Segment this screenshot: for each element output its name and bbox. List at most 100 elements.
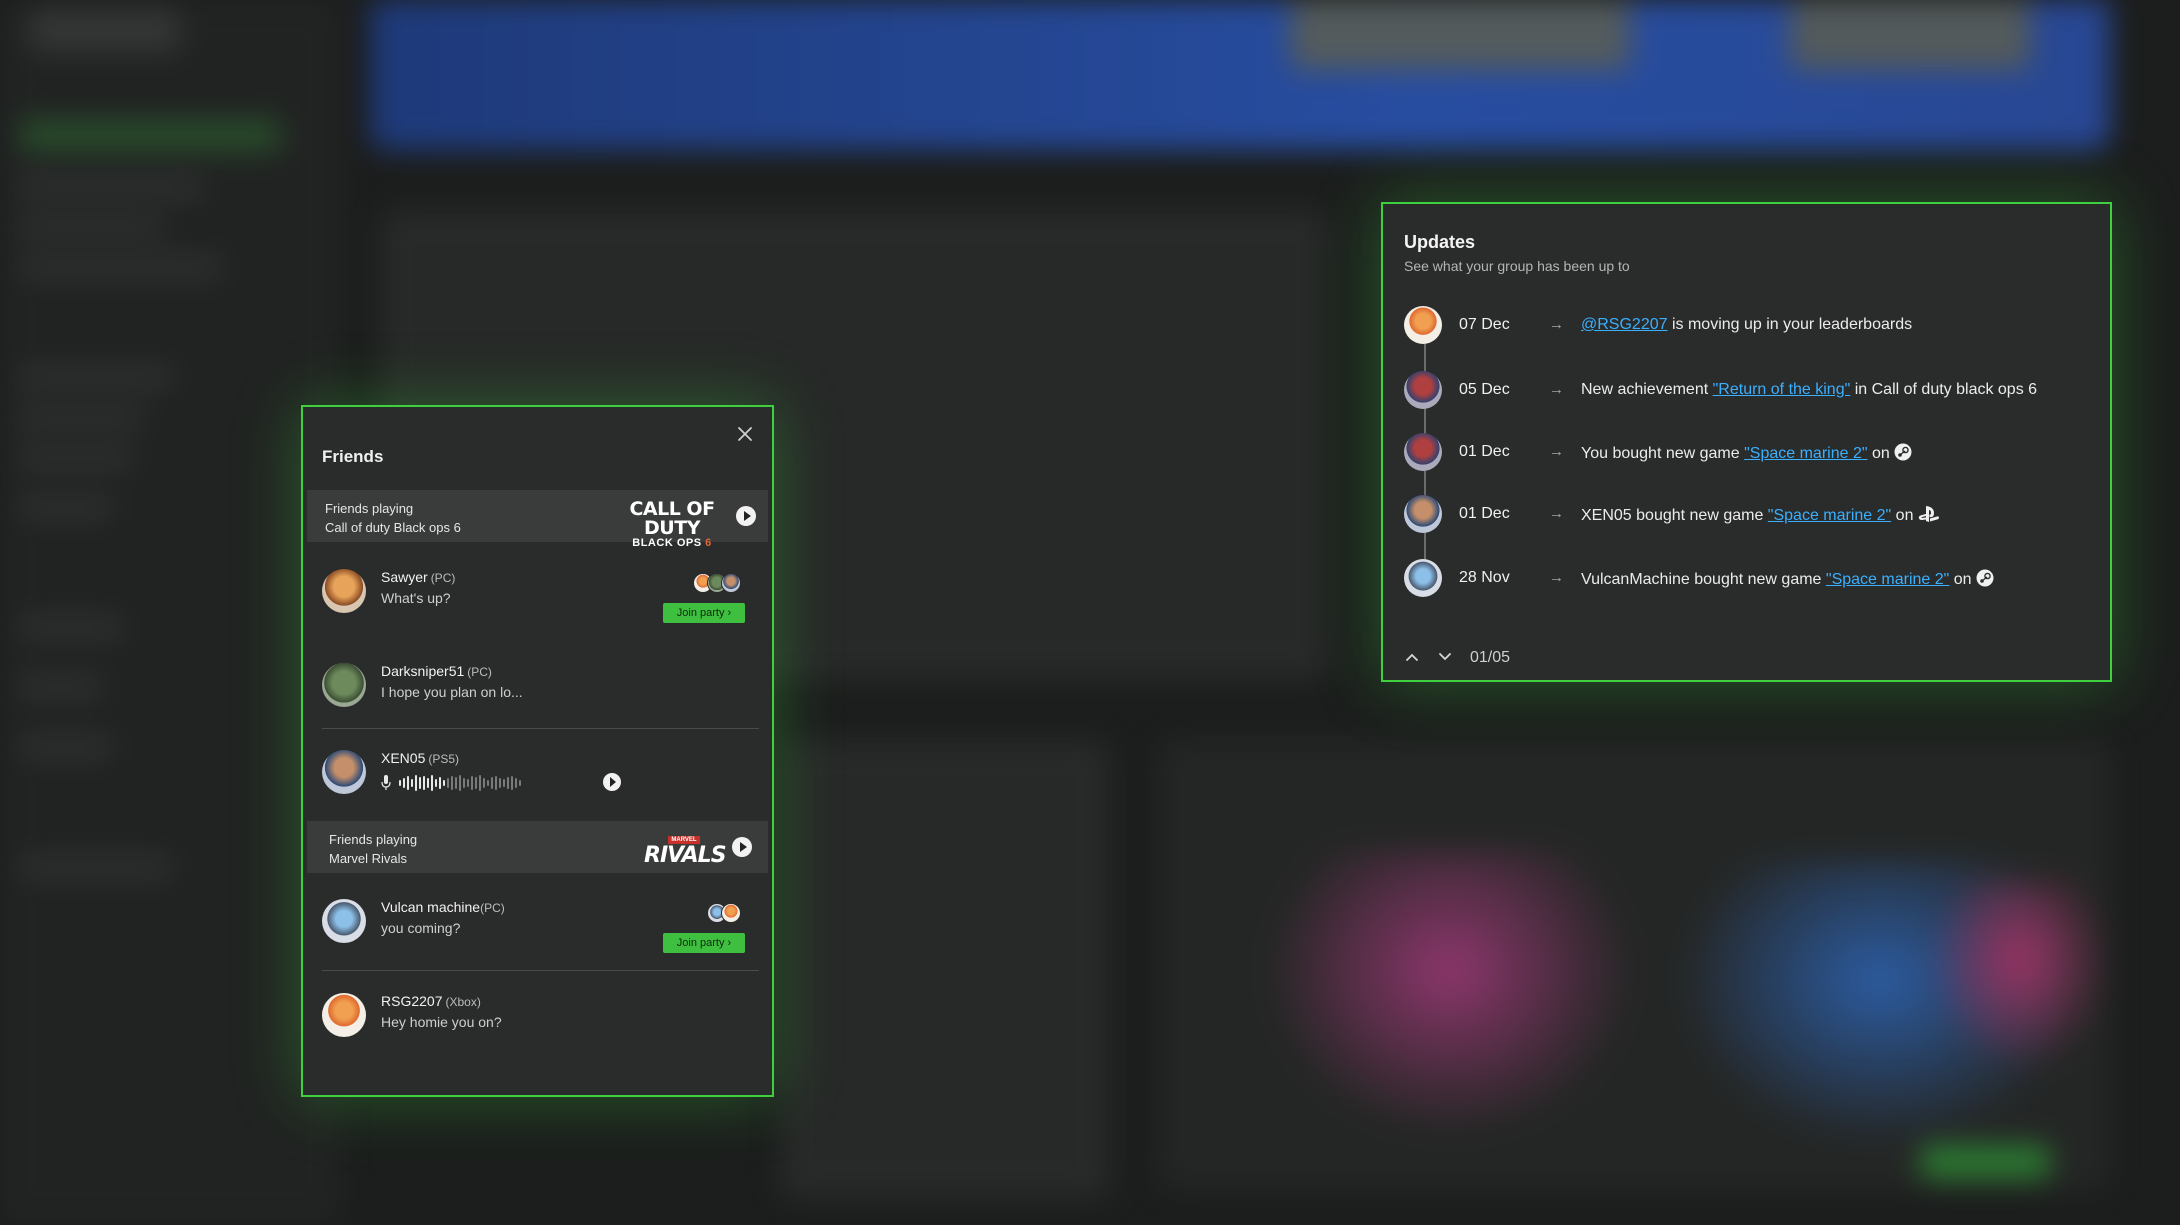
waveform-bar xyxy=(439,777,441,789)
friend-platform: (Xbox) xyxy=(445,995,481,1009)
playstation-icon xyxy=(1919,506,1940,522)
background-banner xyxy=(370,0,2110,150)
game-group-text: Friends playing Marvel Rivals xyxy=(329,830,417,868)
waveform-bar xyxy=(415,775,417,791)
background-sidebar-row xyxy=(20,220,160,234)
background-green-button xyxy=(1920,1145,2050,1179)
cod-logo-line1: CALL OF DUTY xyxy=(629,498,715,539)
avatar xyxy=(1404,306,1442,344)
arrow-right-icon: → xyxy=(1549,505,1564,522)
friend-row-sawyer[interactable]: Sawyer (PC) What's up? Join party › xyxy=(322,555,759,625)
background-card xyxy=(780,740,1110,1200)
voice-message xyxy=(381,773,601,793)
chevron-down-icon[interactable] xyxy=(1437,649,1453,665)
background-chart xyxy=(1160,740,2110,1190)
avatar xyxy=(1404,433,1442,471)
update-text-before: XEN05 bought new game xyxy=(1581,507,1768,524)
update-date: 05 Dec xyxy=(1459,381,1510,398)
update-item: 01 Dec → You bought new game "Space mari… xyxy=(1404,431,2104,471)
background-sidebar-row xyxy=(20,500,110,514)
friend-name: RSG2207 (Xbox) xyxy=(381,993,481,1009)
friend-message: you coming? xyxy=(381,920,461,936)
cod-logo: CALL OF DUTY BLACK OPS 6 xyxy=(618,500,726,549)
waveform-bar xyxy=(399,780,401,786)
rivals-logo-text: RIVALS xyxy=(644,843,727,868)
waveform-bar xyxy=(403,778,405,788)
arrow-right-icon: → xyxy=(1549,316,1564,333)
background-sidebar-row xyxy=(20,680,100,694)
background-banner-thumb xyxy=(1290,0,1630,70)
chevron-up-icon[interactable] xyxy=(1404,649,1420,665)
marvel-rivals-logo: MARVEL RIVALS xyxy=(644,829,727,868)
friend-message: I hope you plan on lo... xyxy=(381,684,523,700)
background-logo xyxy=(30,10,180,50)
update-link[interactable]: @RSG2207 xyxy=(1581,316,1668,333)
waveform-bar xyxy=(483,778,485,788)
update-link[interactable]: "Space marine 2" xyxy=(1826,571,1949,588)
avatar xyxy=(1404,559,1442,597)
updates-panel: Updates See what your group has been up … xyxy=(1381,202,2112,682)
update-text-after: on xyxy=(1867,445,1890,462)
waveform-bar xyxy=(471,776,473,790)
waveform-bar xyxy=(443,780,445,786)
waveform-bar xyxy=(495,776,497,790)
avatar xyxy=(322,663,366,707)
background-sidebar-row xyxy=(20,260,220,274)
game-group-heading: Friends playing xyxy=(329,832,418,847)
waveform-bar xyxy=(435,779,437,787)
friend-row-vulcan-machine[interactable]: Vulcan machine(PC) you coming? Join part… xyxy=(322,885,759,955)
background-sidebar-row xyxy=(20,620,120,634)
pager-count: 01/05 xyxy=(1470,649,1511,666)
update-text: You bought new game "Space marine 2" on xyxy=(1581,443,1912,463)
play-icon[interactable] xyxy=(736,506,756,526)
friend-platform: (PC) xyxy=(467,665,492,679)
update-date: 01 Dec xyxy=(1459,505,1510,522)
friend-name-text: Darksniper51 xyxy=(381,663,465,679)
background-sidebar-row xyxy=(20,860,170,874)
join-party-button[interactable]: Join party › xyxy=(663,603,745,623)
friend-name: XEN05 (PS5) xyxy=(381,750,459,766)
waveform-bar xyxy=(407,776,409,790)
update-item: 28 Nov → VulcanMachine bought new game "… xyxy=(1404,557,2104,597)
background-sidebar-selected xyxy=(20,120,280,150)
update-text-before: New achievement xyxy=(1581,381,1713,398)
update-link[interactable]: "Return of the king" xyxy=(1713,381,1851,398)
update-link[interactable]: "Space marine 2" xyxy=(1768,507,1891,524)
friend-name-text: Sawyer xyxy=(381,569,428,585)
arrow-right-icon: → xyxy=(1549,569,1564,586)
friend-row-darksniper51[interactable]: Darksniper51 (PC) I hope you plan on lo..… xyxy=(322,649,759,719)
updates-subtitle: See what your group has been up to xyxy=(1404,258,1630,274)
party-avatars xyxy=(693,573,741,593)
divider xyxy=(322,970,759,971)
friend-row-xen05[interactable]: XEN05 (PS5) xyxy=(322,736,759,806)
update-item: 05 Dec → New achievement "Return of the … xyxy=(1404,369,2104,409)
friend-name-text: XEN05 xyxy=(381,750,426,766)
waveform-bar xyxy=(475,777,477,789)
avatar xyxy=(721,573,741,593)
update-text-before: You bought new game xyxy=(1581,445,1745,462)
voice-waveform xyxy=(399,775,521,791)
background-chart-wave xyxy=(1920,880,2110,1080)
waveform-bar xyxy=(451,776,453,790)
friends-title: Friends xyxy=(322,447,384,466)
close-icon[interactable] xyxy=(734,423,756,445)
waveform-bar xyxy=(455,777,457,789)
update-text-after: on xyxy=(1949,571,1972,588)
game-group-cod: Friends playing Call of duty Black ops 6… xyxy=(307,490,768,549)
update-text-before: VulcanMachine bought new game xyxy=(1581,571,1826,588)
game-group-game: Marvel Rivals xyxy=(329,851,408,866)
friend-platform: (PC) xyxy=(430,571,456,585)
play-icon[interactable] xyxy=(603,773,621,791)
update-date: 28 Nov xyxy=(1459,569,1510,586)
friend-row-rsg2207[interactable]: RSG2207 (Xbox) Hey homie you on? xyxy=(322,979,759,1049)
background-banner-thumb xyxy=(1790,0,2030,70)
update-link[interactable]: "Space marine 2" xyxy=(1744,445,1867,462)
update-text-after: is moving up in your leaderboards xyxy=(1667,316,1913,333)
avatar xyxy=(322,569,366,613)
avatar xyxy=(322,899,366,943)
waveform-bar xyxy=(463,778,465,788)
join-party-button[interactable]: Join party › xyxy=(663,933,745,953)
play-icon[interactable] xyxy=(732,837,752,857)
background-sidebar-row xyxy=(20,370,170,384)
friend-name: Vulcan machine(PC) xyxy=(381,899,505,915)
